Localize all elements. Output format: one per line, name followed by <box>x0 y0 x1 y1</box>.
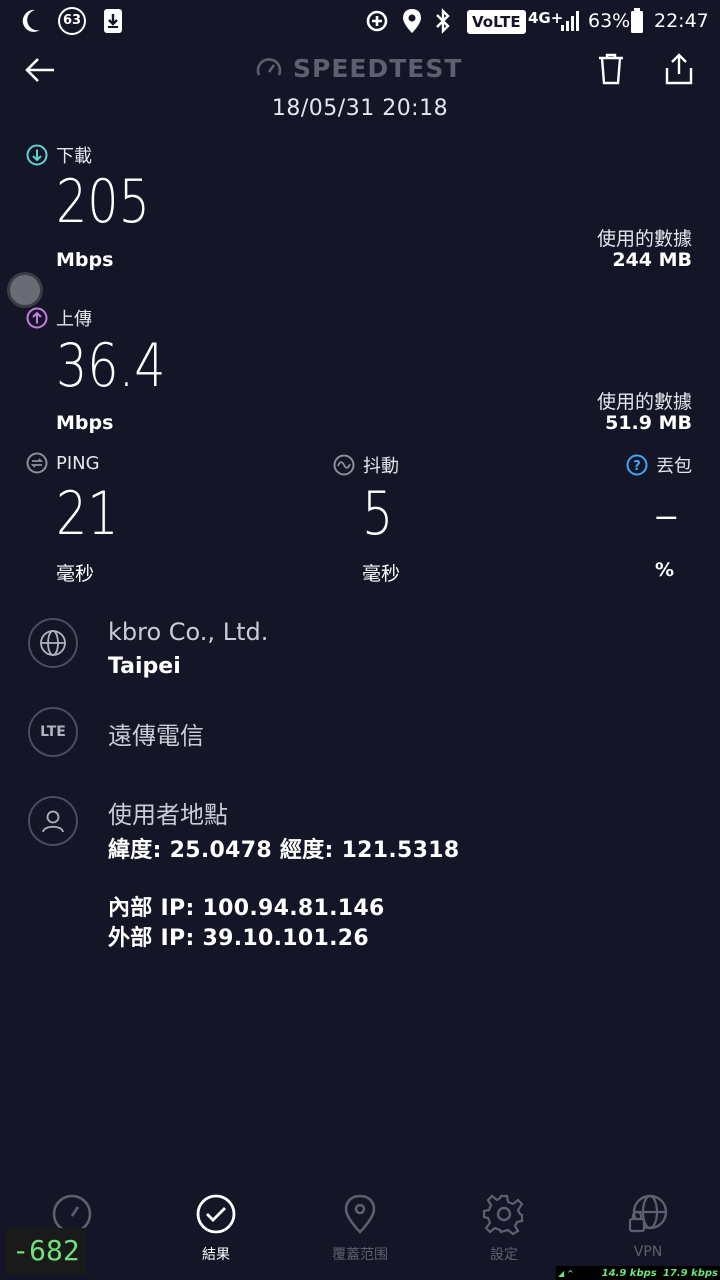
loss-unit: % <box>655 559 675 581</box>
internal-ip: 內部 IP: 100.94.81.146 <box>108 896 385 921</box>
share-icon <box>665 53 693 85</box>
trash-icon <box>599 53 623 85</box>
battery-percent: 63% <box>588 10 631 32</box>
download-data-label: 使用的數據 <box>596 228 692 250</box>
volte-badge: VoLTE <box>467 10 526 34</box>
loss-header: ? 丟包 <box>626 452 692 478</box>
clock: 22:47 <box>654 10 709 32</box>
tab-vpn-label: VPN <box>633 1244 663 1260</box>
ping-unit: 毫秒 <box>56 563 95 585</box>
download-icon <box>26 144 48 166</box>
tab-results[interactable]: 結果 <box>144 1192 288 1264</box>
bluetooth-icon <box>434 8 452 34</box>
jitter-unit: 毫秒 <box>362 563 401 585</box>
tab-coverage[interactable]: 覆蓋范围 <box>288 1192 432 1264</box>
provider-name: kbro Co., Ltd. <box>108 618 269 646</box>
moon-icon <box>20 8 42 34</box>
upload-icon <box>26 307 48 329</box>
back-button[interactable] <box>22 52 58 88</box>
location-title: 使用者地點 <box>108 801 228 829</box>
user-icon <box>42 810 64 833</box>
tab-results-label: 結果 <box>202 1247 230 1263</box>
provider-badge <box>28 618 78 668</box>
vpn-globe-lock-icon <box>628 1194 668 1233</box>
loss-value: – <box>654 479 679 549</box>
notification-badge: 63 <box>58 7 86 35</box>
help-icon[interactable]: ? <box>626 454 648 476</box>
carrier-name: 遠傳電信 <box>108 722 204 750</box>
status-bar: 63 VoLTE 4G+ 63% 22:47 <box>0 0 720 44</box>
data-saver-icon <box>365 9 389 33</box>
brand-text: SPEEDTEST <box>293 54 463 83</box>
overlay-speed-down: 14.9 kbps <box>601 1267 657 1279</box>
ping-header: PING <box>26 452 100 474</box>
share-button[interactable] <box>663 52 695 90</box>
overlay-signal-icon: ◢ ^ <box>558 1268 574 1278</box>
app-brand: SPEEDTEST <box>255 54 462 83</box>
location-icon <box>402 8 422 34</box>
download-data-value: 244 MB <box>612 249 692 271</box>
jitter-icon <box>333 454 355 476</box>
tab-vpn[interactable]: VPN <box>576 1192 720 1264</box>
test-datetime: 18/05/31 20:18 <box>271 96 449 121</box>
overlay-speed-up: 17.9 kbps <box>662 1267 718 1279</box>
ping-icon <box>26 452 48 474</box>
upload-unit: Mbps <box>56 412 114 434</box>
speedometer-icon <box>255 55 283 83</box>
download-header: 下載 <box>26 142 92 168</box>
upload-value: 36.4 <box>56 331 166 401</box>
tab-settings-label: 設定 <box>490 1247 518 1263</box>
upload-header: 上傳 <box>26 305 92 331</box>
download-label: 下載 <box>56 146 92 167</box>
upload-data-value: 51.9 MB <box>605 412 692 434</box>
signal-icon <box>560 10 582 32</box>
location-coords: 緯度: 25.0478 經度: 121.5318 <box>108 838 460 863</box>
bottom-nav: 速度 結果 覆蓋范围 設定 VPN <box>0 1192 720 1264</box>
map-pin-icon <box>344 1194 376 1234</box>
gear-icon <box>482 1194 524 1236</box>
jitter-header: 抖動 <box>333 452 399 478</box>
checkmark-circle-icon <box>196 1194 236 1234</box>
tab-settings[interactable]: 設定 <box>432 1192 576 1264</box>
user-location-badge <box>28 796 78 846</box>
battery-icon <box>630 8 644 34</box>
download-unit: Mbps <box>56 249 114 271</box>
provider-city: Taipei <box>108 654 181 679</box>
back-arrow-icon <box>25 58 54 82</box>
upload-label: 上傳 <box>56 309 92 330</box>
delete-button[interactable] <box>596 52 626 90</box>
svg-text:?: ? <box>633 459 641 474</box>
fps-counter-overlay: -682 <box>6 1228 86 1274</box>
lte-badge-text: LTE <box>40 724 66 740</box>
net-speed-overlay: ◢ ^ 14.9 kbps 17.9 kbps <box>556 1266 720 1280</box>
jitter-label: 抖動 <box>363 456 399 477</box>
ping-value: 21 <box>56 479 119 549</box>
carrier-badge: LTE <box>28 707 78 757</box>
download-value: 205 <box>56 167 150 237</box>
jitter-value: 5 <box>362 479 394 549</box>
assistive-touch-button[interactable] <box>7 272 43 308</box>
globe-icon <box>40 630 66 656</box>
external-ip: 外部 IP: 39.10.101.26 <box>108 926 369 951</box>
upload-data-label: 使用的數據 <box>596 391 692 413</box>
loss-label: 丟包 <box>656 456 692 477</box>
tab-coverage-label: 覆蓋范围 <box>332 1247 388 1263</box>
download-notification-icon <box>102 8 124 34</box>
ping-label: PING <box>56 452 100 474</box>
network-type: 4G+ <box>528 9 564 27</box>
